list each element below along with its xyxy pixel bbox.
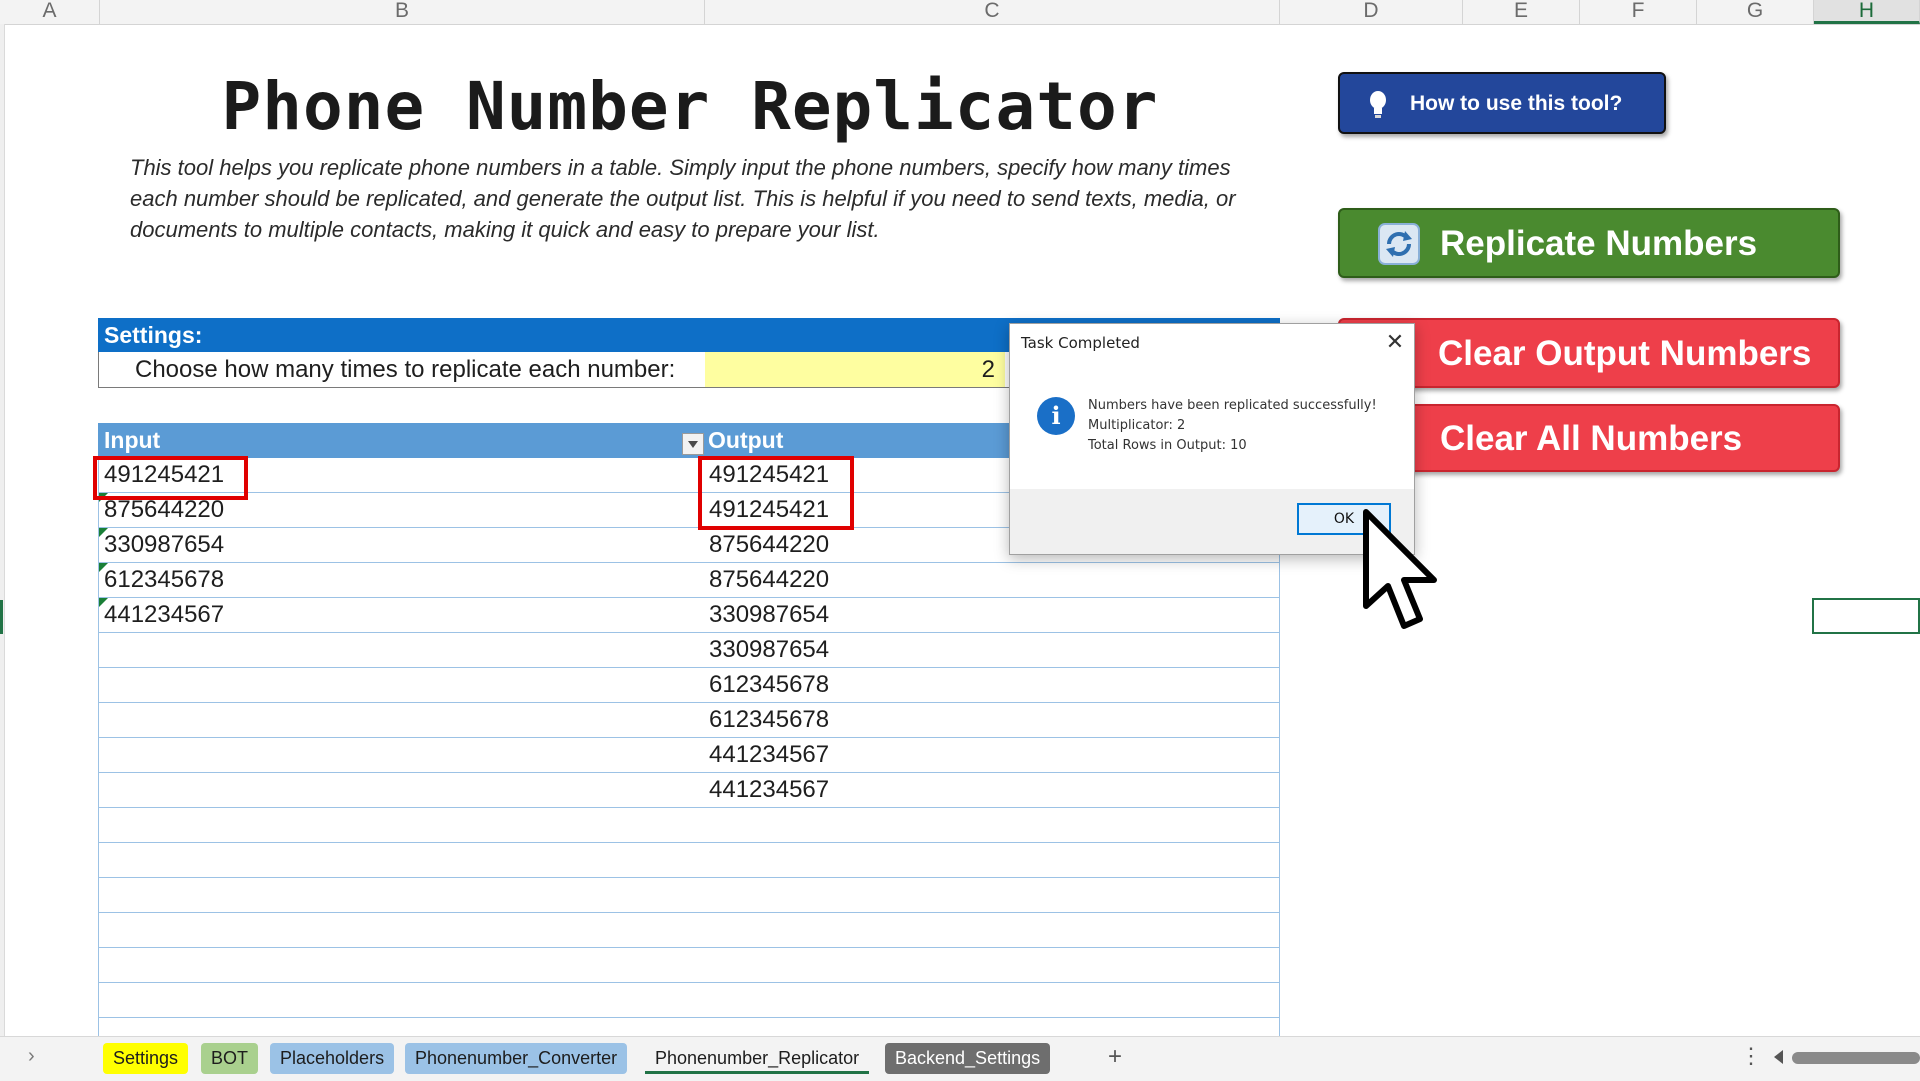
mouse-cursor-icon — [1363, 509, 1437, 629]
sheet-tab-bar: › Settings BOT Placeholders Phonenumber_… — [0, 1036, 1920, 1081]
input-cell[interactable]: 441234567 — [104, 598, 224, 632]
input-cell[interactable]: 330987654 — [104, 528, 224, 562]
tab-backend-settings[interactable]: Backend_Settings — [885, 1043, 1051, 1074]
output-cell[interactable]: 441234567 — [709, 773, 829, 807]
column-header-h[interactable]: H — [1814, 0, 1920, 24]
close-icon[interactable]: ✕ — [1380, 328, 1410, 356]
input-highlight-box — [93, 456, 248, 500]
tool-description: This tool helps you replicate phone numb… — [130, 155, 1236, 242]
replicate-count-label: Choose how many times to replicate each … — [135, 356, 676, 383]
tab-phonenumber-replicator[interactable]: Phonenumber_Replicator — [645, 1043, 870, 1074]
output-cell[interactable]: 612345678 — [709, 668, 829, 702]
tab-bot[interactable]: BOT — [201, 1043, 259, 1074]
tab-placeholders[interactable]: Placeholders — [270, 1043, 395, 1074]
filter-icon[interactable] — [682, 433, 704, 455]
tab-phonenumber-converter[interactable]: Phonenumber_Converter — [405, 1043, 628, 1074]
column-header-a[interactable]: A — [0, 0, 100, 24]
page-title: Phone Number Replicator — [221, 68, 1159, 145]
column-header-f[interactable]: F — [1580, 0, 1697, 24]
output-cell[interactable]: 612345678 — [709, 703, 829, 737]
dialog-multiplicator-line: Multiplicator: 2 — [1088, 418, 1186, 433]
active-row-marker — [0, 600, 3, 634]
dialog-total-rows-line: Total Rows in Output: 10 — [1088, 438, 1247, 453]
output-highlight-box — [698, 456, 854, 530]
table-row: 612345678 — [99, 703, 1279, 738]
table-row — [99, 948, 1279, 983]
output-column-header[interactable]: Output — [708, 423, 783, 458]
input-cell[interactable]: 612345678 — [104, 563, 224, 597]
info-icon: i — [1037, 397, 1075, 435]
table-row: 441234567 — [99, 738, 1279, 773]
output-cell[interactable]: 875644220 — [709, 528, 829, 562]
tab-scroll-icon[interactable]: › — [28, 1045, 35, 1068]
replicate-numbers-button[interactable]: Replicate Numbers — [1338, 208, 1840, 278]
table-row: 441234567 — [99, 773, 1279, 808]
how-to-use-label: How to use this tool? — [1410, 92, 1623, 115]
bulb-icon — [1370, 91, 1386, 118]
table-row — [99, 983, 1279, 1018]
dialog-title: Task Completed — [1021, 334, 1140, 352]
table-row — [99, 913, 1279, 948]
table-row — [99, 808, 1279, 843]
replicate-numbers-label: Replicate Numbers — [1440, 224, 1758, 263]
table-row: 441234567 330987654 — [99, 598, 1279, 633]
selected-cell[interactable] — [1812, 598, 1920, 634]
table-row: 330987654 — [99, 633, 1279, 668]
output-cell[interactable]: 875644220 — [709, 563, 829, 597]
column-header-bar: A B C D E F G H — [0, 0, 1920, 25]
table-row: 612345678 — [99, 668, 1279, 703]
dialog-message: Numbers have been replicated successfull… — [1088, 396, 1377, 456]
clear-output-numbers-label: Clear Output Numbers — [1438, 334, 1812, 373]
tab-settings[interactable]: Settings — [103, 1043, 189, 1074]
row-header-edge — [0, 24, 5, 1036]
replicate-count-cell[interactable]: 2 — [705, 352, 1005, 387]
output-cell[interactable]: 330987654 — [709, 598, 829, 632]
table-row: 612345678 875644220 — [99, 563, 1279, 598]
output-cell[interactable]: 441234567 — [709, 738, 829, 772]
refresh-icon — [1378, 223, 1420, 265]
column-header-d[interactable]: D — [1280, 0, 1463, 24]
clear-all-numbers-label: Clear All Numbers — [1440, 419, 1743, 458]
column-header-g[interactable]: G — [1697, 0, 1814, 24]
table-row — [99, 878, 1279, 913]
input-column-header[interactable]: Input — [104, 423, 160, 458]
how-to-use-button[interactable]: How to use this tool? — [1338, 72, 1666, 134]
column-header-b[interactable]: B — [100, 0, 705, 24]
scroll-left-icon[interactable] — [1774, 1050, 1783, 1064]
column-header-e[interactable]: E — [1463, 0, 1580, 24]
more-options-icon[interactable]: ⋮ — [1740, 1043, 1762, 1069]
task-completed-dialog: Task Completed ✕ i Numbers have been rep… — [1009, 323, 1415, 555]
add-sheet-icon[interactable]: + — [1108, 1043, 1122, 1071]
column-header-c[interactable]: C — [705, 0, 1280, 24]
horizontal-scrollbar[interactable] — [1792, 1052, 1920, 1064]
output-cell[interactable]: 330987654 — [709, 633, 829, 667]
table-row — [99, 843, 1279, 878]
dialog-message-line: Numbers have been replicated successfull… — [1088, 398, 1377, 413]
